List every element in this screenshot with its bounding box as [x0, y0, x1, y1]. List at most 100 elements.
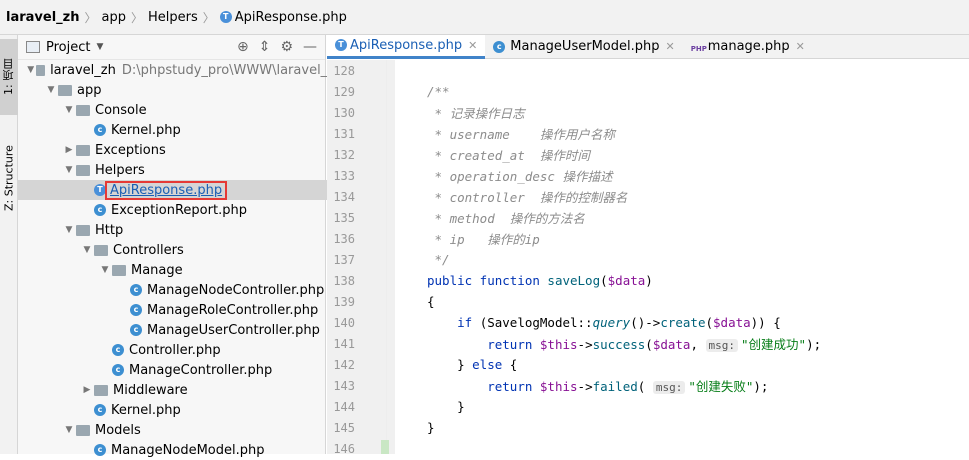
tree-item-label: ManageRoleController.php	[147, 302, 319, 318]
project-tool-tab[interactable]: 1: 项目	[0, 39, 18, 115]
code-text: * method 操作的方法名	[427, 211, 585, 226]
breadcrumb-helpers[interactable]: Helpers	[148, 10, 198, 25]
project-panel-header: Project ▼ ⊕ ⇕ ⚙ —	[18, 35, 325, 60]
expanded-arrow-icon[interactable]: ▼	[62, 165, 76, 175]
code-text: }	[427, 420, 435, 435]
tree-item-label: Exceptions	[95, 142, 166, 158]
line-number: 129	[333, 84, 355, 99]
locate-icon[interactable]: ⊕	[237, 39, 249, 55]
code-text: * operation_desc 操作描述	[427, 169, 613, 184]
tree-item[interactable]: ▼ laravel_zh D:\phpstudy_pro\WWW\laravel_z	[18, 60, 334, 80]
code-text: * username 操作用户名称	[427, 127, 615, 142]
code-line: 143 return $this->failed( msg: "创建失败");	[327, 375, 967, 396]
code-line: 144 }	[327, 396, 967, 417]
editor-tab[interactable]: PHP manage.php ✕	[683, 35, 813, 59]
class-icon: c	[112, 364, 124, 376]
project-path: D:\phpstudy_pro\WWW\laravel_z	[121, 62, 334, 78]
tree-item-label: ManageController.php	[129, 362, 273, 378]
structure-tool-tab[interactable]: Z: Structure	[0, 135, 18, 221]
code-text: * ip 操作的ip	[427, 232, 540, 247]
expanded-arrow-icon[interactable]: ▼	[80, 245, 94, 255]
line-number: 141	[333, 336, 355, 351]
code-line: 132 * created_at 操作时间	[327, 144, 967, 165]
code-text: * controller 操作的控制器名	[427, 190, 628, 205]
code-line: 131 * username 操作用户名称	[327, 123, 967, 144]
breadcrumb-project[interactable]: laravel_zh	[6, 10, 79, 25]
editor-area: T ApiResponse.php ✕ c ManageUserModel.php ✕ PH…	[327, 34, 969, 456]
tree-item-label: Kernel.php	[111, 122, 181, 138]
folder-icon	[76, 424, 90, 436]
tree-item-label: ManageUserController.php	[147, 322, 320, 338]
expanded-arrow-icon[interactable]: ▼	[62, 225, 76, 235]
line-number: 128	[333, 63, 355, 78]
code-line: 141 return $this->success($data, msg: "创建…	[327, 333, 967, 354]
line-number: 140	[333, 315, 355, 330]
expanded-arrow-icon[interactable]: ▼	[98, 265, 112, 275]
tool-window-strip: 1: 项目 Z: Structure	[0, 35, 18, 454]
editor-tab-label: ManageUserModel.php	[510, 39, 660, 54]
highlight-box: ApiResponse.php	[105, 180, 228, 200]
tree-item[interactable]: ▼ Http	[18, 220, 370, 240]
code-text: * 记录操作日志	[427, 106, 525, 121]
editor-tab[interactable]: T ApiResponse.php ✕	[327, 34, 486, 59]
collapsed-arrow-icon[interactable]: ▶	[62, 145, 76, 155]
project-panel-title[interactable]: Project	[46, 40, 90, 55]
chevron-down-icon[interactable]: ▼	[96, 42, 103, 52]
code-text: if (SavelogModel::query()->create($data)…	[457, 315, 781, 330]
tree-item[interactable]: ▼ app	[18, 80, 352, 100]
line-number: 135	[333, 210, 355, 225]
code-text: }	[427, 399, 465, 414]
folder-icon	[94, 244, 108, 256]
code-text: return $this->failed( msg: "创建失败");	[487, 379, 769, 394]
folder-icon	[76, 144, 90, 156]
collapse-all-icon[interactable]: ⇕	[259, 39, 271, 55]
tree-item-label: Manage	[131, 262, 183, 278]
tree-item[interactable]: ▼ Helpers	[18, 160, 370, 180]
line-number: 145	[333, 420, 355, 435]
tree-item[interactable]: ▶ Exceptions	[18, 140, 370, 160]
folder-icon	[76, 224, 90, 236]
line-number: 132	[333, 147, 355, 162]
line-number: 137	[333, 252, 355, 267]
code-line: 136 * ip 操作的ip	[327, 228, 967, 249]
close-icon[interactable]: ✕	[468, 39, 477, 52]
class-icon: c	[130, 304, 142, 316]
close-icon[interactable]: ✕	[796, 40, 805, 53]
code-text: /**	[427, 84, 450, 99]
tree-item[interactable]: ▼ Models	[18, 420, 370, 440]
expanded-arrow-icon[interactable]: ▼	[26, 65, 36, 75]
tree-item-label: Middleware	[113, 382, 188, 398]
expanded-arrow-icon[interactable]: ▼	[62, 425, 76, 435]
tree-item-label: Console	[95, 102, 147, 118]
breadcrumb-app[interactable]: app	[102, 10, 126, 25]
code-line: 140 if (SavelogModel::query()->create($d…	[327, 312, 967, 333]
editor-tab-label: ApiResponse.php	[350, 37, 463, 53]
close-icon[interactable]: ✕	[665, 40, 674, 53]
code-line: 133 * operation_desc 操作描述	[327, 165, 967, 186]
code-line: 145}	[327, 417, 967, 438]
class-icon: c	[112, 344, 124, 356]
code-line: 134 * controller 操作的控制器名	[327, 186, 967, 207]
hide-icon[interactable]: —	[303, 39, 317, 55]
expanded-arrow-icon[interactable]: ▼	[62, 105, 76, 115]
navigation-bar: laravel_zh 〉 app 〉 Helpers 〉 T ApiRespon…	[0, 0, 969, 35]
tree-item-label: ManageNodeController.php	[147, 282, 325, 298]
line-number: 131	[333, 126, 355, 141]
code-line: 135 * method 操作的方法名	[327, 207, 967, 228]
code-text: * created_at 操作时间	[427, 148, 590, 163]
code-line: 130 * 记录操作日志	[327, 102, 967, 123]
line-number: 142	[333, 357, 355, 372]
tree-item[interactable]: ▼ Console	[18, 100, 370, 120]
breadcrumb-separator: 〉	[130, 10, 143, 25]
project-panel-toolbar: ⊕ ⇕ ⚙ —	[237, 39, 317, 55]
editor-tab[interactable]: c ManageUserModel.php ✕	[485, 35, 682, 59]
expanded-arrow-icon[interactable]: ▼	[44, 85, 58, 95]
collapsed-arrow-icon[interactable]: ▶	[80, 385, 94, 395]
tree-item-label: Models	[95, 422, 141, 438]
code-line: 137 */	[327, 249, 967, 270]
code-line: 146	[327, 438, 967, 459]
code-text: */	[427, 252, 450, 267]
breadcrumb-file[interactable]: ApiResponse.php	[235, 10, 347, 25]
editor-tab-bar: T ApiResponse.php ✕ c ManageUserModel.php ✕ PH…	[327, 34, 969, 59]
gear-icon[interactable]: ⚙	[280, 39, 293, 55]
